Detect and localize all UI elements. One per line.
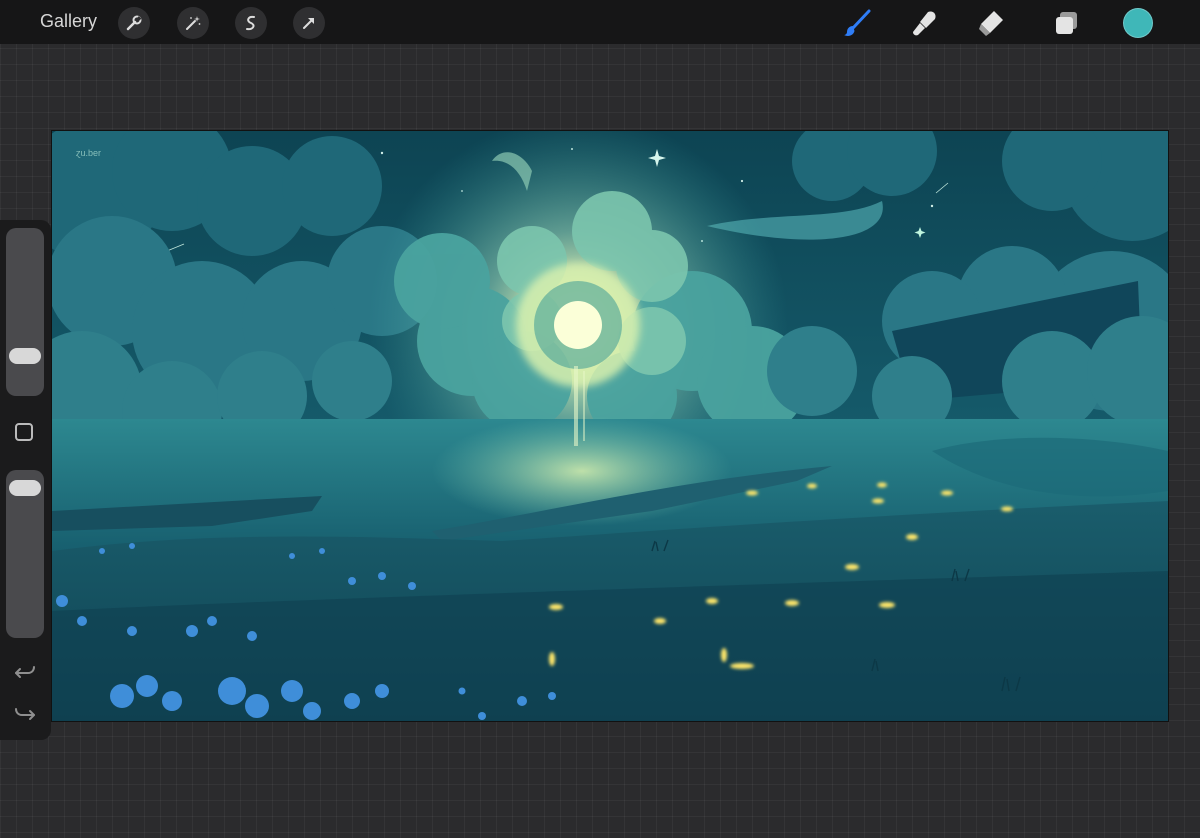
- left-sidebar: [0, 220, 51, 740]
- top-toolbar: Gallery: [0, 0, 1200, 44]
- redo-icon[interactable]: [12, 702, 38, 728]
- modify-square-icon[interactable]: [15, 423, 33, 441]
- opacity-slider[interactable]: [6, 470, 44, 638]
- transform-arrow-icon: [303, 18, 314, 29]
- drawing-canvas[interactable]: ɀu.ber: [52, 131, 1168, 721]
- selection-icon: [246, 15, 255, 31]
- smudge-icon: [913, 11, 936, 36]
- wrench-icon: [126, 15, 142, 31]
- smudge-tool-button[interactable]: [908, 6, 942, 40]
- color-picker-swatch[interactable]: [1123, 8, 1153, 38]
- brush-tool-button[interactable]: [840, 6, 874, 40]
- actions-button[interactable]: [118, 7, 150, 39]
- brush-size-slider[interactable]: [6, 228, 44, 396]
- opacity-handle[interactable]: [9, 480, 41, 497]
- transform-button[interactable]: [293, 7, 325, 39]
- artwork: [52, 131, 1168, 721]
- brush-size-handle[interactable]: [9, 347, 41, 364]
- layers-button[interactable]: [1050, 6, 1084, 40]
- selection-button[interactable]: [235, 7, 267, 39]
- adjustments-button[interactable]: [177, 7, 209, 39]
- gallery-button[interactable]: Gallery: [40, 11, 97, 32]
- undo-icon[interactable]: [12, 660, 38, 686]
- magic-wand-icon: [186, 16, 201, 30]
- brush-icon: [844, 9, 871, 36]
- eraser-icon: [979, 11, 1003, 36]
- artist-watermark: ɀu.ber: [76, 148, 102, 158]
- layers-icon: [1056, 12, 1077, 34]
- eraser-tool-button[interactable]: [974, 6, 1008, 40]
